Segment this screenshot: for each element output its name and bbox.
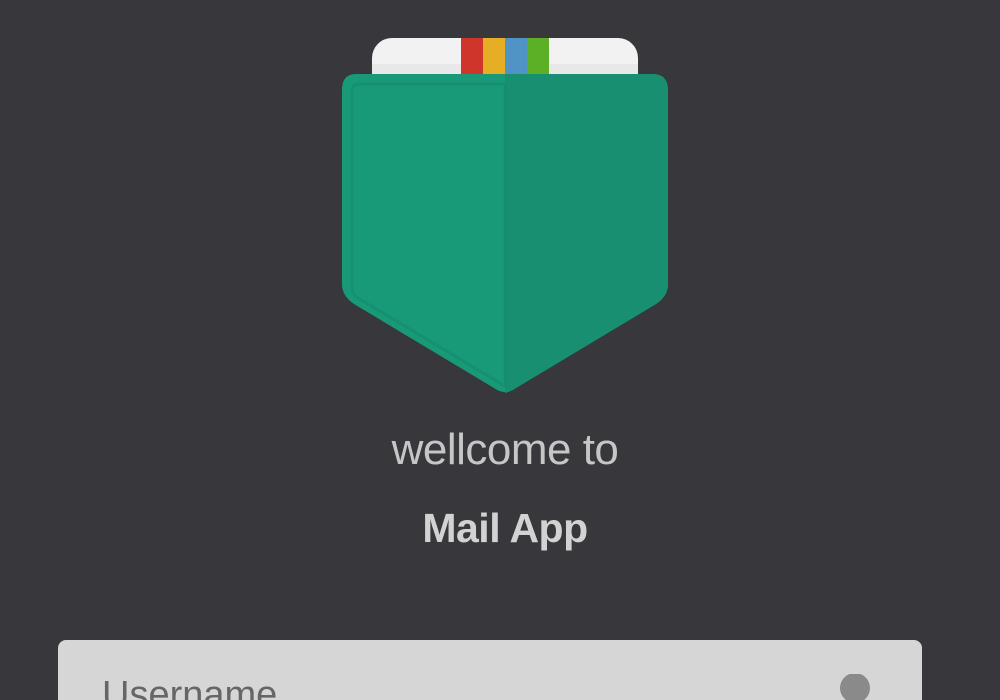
logo-stripe-red bbox=[461, 38, 483, 80]
user-icon bbox=[840, 674, 870, 700]
login-screen: wellcome to Mail App bbox=[0, 0, 1000, 700]
logo-stripe-green bbox=[527, 38, 549, 80]
logo-stripe-yellow bbox=[483, 38, 505, 80]
username-input[interactable] bbox=[58, 640, 922, 700]
logo-pocket-right-half bbox=[505, 74, 668, 393]
app-name-title: Mail App bbox=[422, 505, 588, 551]
logo-stripe-blue bbox=[505, 38, 527, 80]
username-field[interactable] bbox=[58, 640, 922, 700]
welcome-text: wellcome to bbox=[391, 425, 619, 474]
mail-pocket-logo-icon bbox=[342, 38, 668, 393]
